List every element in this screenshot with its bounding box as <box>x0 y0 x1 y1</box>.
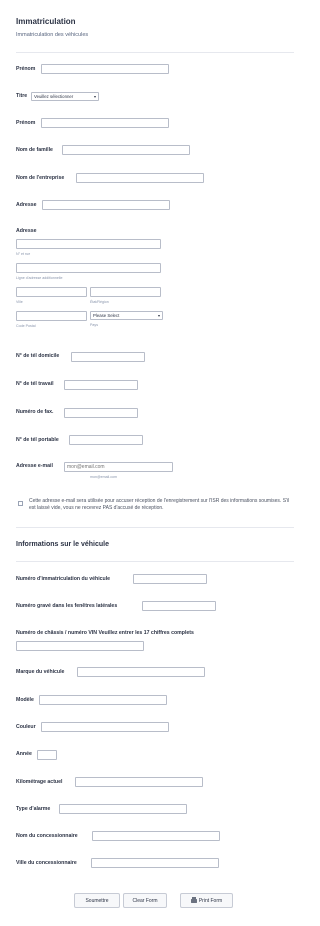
email-input[interactable] <box>64 462 173 472</box>
street-input[interactable] <box>16 239 161 249</box>
country-select-value: Please Select <box>93 312 120 318</box>
form-subtitle: Immatriculation des véhicules <box>16 32 89 38</box>
prenom-input[interactable] <box>41 64 169 74</box>
section-divider <box>16 527 294 528</box>
ville-concessionnaire-label: Ville du concessionnaire <box>16 860 77 866</box>
titre-select-value: Veuillez sélectionner <box>34 93 74 99</box>
titre-select[interactable]: Veuillez sélectionner ▾ <box>31 92 99 101</box>
alarme-input[interactable] <box>59 804 187 814</box>
chevron-down-icon: ▾ <box>93 93 96 99</box>
annee-label: Année <box>16 751 32 757</box>
vin-label: Numéro de châssis / numéro VIN Veuillez … <box>16 630 194 636</box>
modele-input[interactable] <box>39 695 167 705</box>
nom-entreprise-input[interactable] <box>76 173 204 183</box>
marque-label: Marque du véhicule <box>16 669 65 675</box>
kilometrage-label: Kilométrage actuel <box>16 779 63 785</box>
couleur-label: Couleur <box>16 724 36 730</box>
fax-input[interactable] <box>64 408 138 418</box>
couleur-input[interactable] <box>41 722 169 732</box>
adresse-simple-label: Adresse <box>16 202 37 208</box>
clear-form-button-label: Clear Form <box>132 897 158 904</box>
alarme-label: Type d'alarme <box>16 806 51 812</box>
form-title: Immatriculation <box>16 17 76 26</box>
tel-travail-label: N° de tél travail <box>16 381 54 387</box>
tel-portable-input[interactable] <box>69 435 143 445</box>
tel-portable-label: N° de tél portable <box>16 437 59 443</box>
consent-text: Cette adresse e-mail sera utilisée pour … <box>29 498 290 511</box>
header-divider <box>16 52 294 53</box>
submit-button-label: Soumettre <box>85 897 109 904</box>
tel-domicile-input[interactable] <box>71 352 145 362</box>
print-form-button[interactable]: Print Form <box>180 893 233 908</box>
postal-sublabel: Code Postal <box>16 324 36 328</box>
clear-form-button[interactable]: Clear Form <box>123 893 167 908</box>
consent-checkbox[interactable] <box>18 501 23 506</box>
immat-input[interactable] <box>133 574 207 584</box>
address-line2-input[interactable] <box>16 263 161 273</box>
vehicle-section-heading: Informations sur le véhicule <box>16 541 109 548</box>
chevron-down-icon: ▾ <box>157 312 160 318</box>
annee-input[interactable] <box>37 750 57 760</box>
prenom-input-2[interactable] <box>41 118 169 128</box>
email-sublabel: mon@email.com <box>90 475 118 479</box>
city-sublabel: Ville <box>16 300 23 304</box>
vehicle-divider <box>16 561 294 562</box>
vin-input[interactable] <box>16 641 144 651</box>
submit-button[interactable]: Soumettre <box>74 893 120 908</box>
kilometrage-input[interactable] <box>75 777 203 787</box>
grave-input[interactable] <box>142 601 216 611</box>
address-line2-sublabel: Ligne d'adresse additionnelle <box>16 276 63 280</box>
grave-label: Numéro gravé dans les fenêtres latérales <box>16 603 118 609</box>
email-label: Adresse e-mail <box>16 463 53 469</box>
country-sublabel: Pays <box>90 323 98 327</box>
concessionnaire-label: Nom du concessionnaire <box>16 833 78 839</box>
marque-input[interactable] <box>77 667 205 677</box>
postal-input[interactable] <box>16 311 87 321</box>
adresse-simple-input[interactable] <box>42 200 170 210</box>
state-sublabel: État/Région <box>90 300 109 304</box>
street-sublabel: N° et rue <box>16 252 31 256</box>
concessionnaire-input[interactable] <box>92 831 220 841</box>
adresse-label: Adresse <box>16 228 37 234</box>
fax-label: Numéro de fax. <box>16 409 54 415</box>
ville-concessionnaire-input[interactable] <box>91 858 219 868</box>
modele-label: Modèle <box>16 697 34 703</box>
tel-travail-input[interactable] <box>64 380 138 390</box>
country-select[interactable]: Please Select ▾ <box>90 311 163 320</box>
titre-label: Titre <box>16 93 28 99</box>
state-input[interactable] <box>90 287 161 297</box>
tel-domicile-label: N° de tél domicile <box>16 353 60 359</box>
prenom-label: Prénom <box>16 66 36 72</box>
city-input[interactable] <box>16 287 87 297</box>
immat-label: Numéro d'immatriculation du véhicule <box>16 576 111 582</box>
nom-famille-label: Nom de famille <box>16 147 53 153</box>
prenom-label-2: Prénom <box>16 120 36 126</box>
print-form-button-label: Print Form <box>198 897 223 904</box>
nom-famille-input[interactable] <box>62 145 190 155</box>
printer-icon <box>190 896 197 903</box>
nom-entreprise-label: Nom de l'entreprise <box>16 175 65 181</box>
